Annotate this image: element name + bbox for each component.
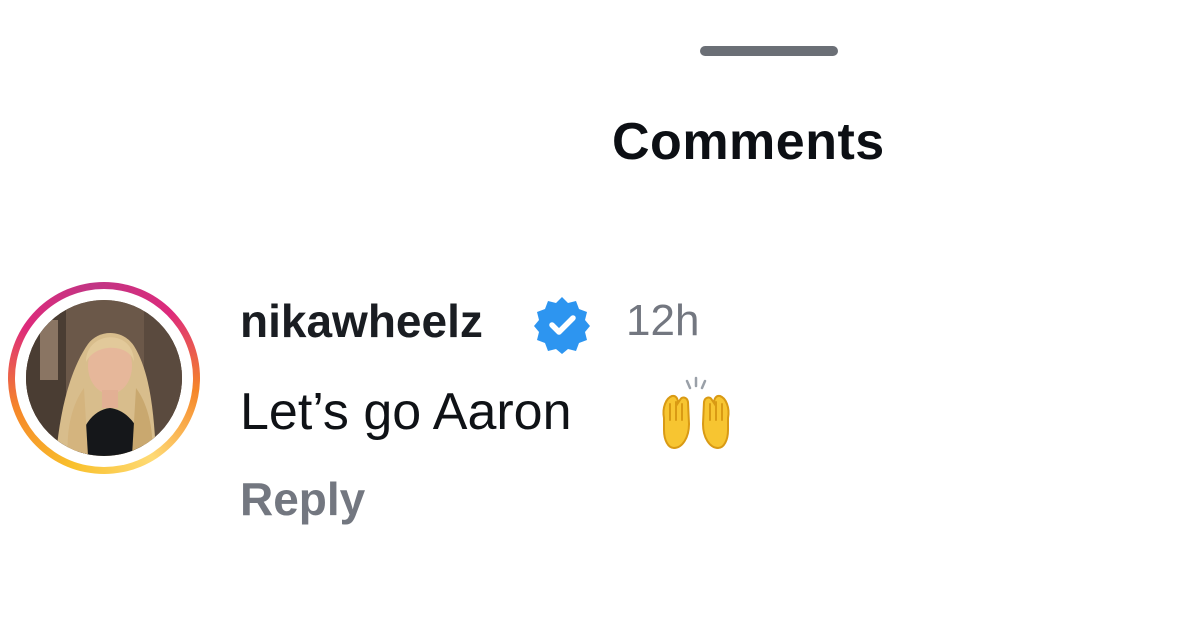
comment-text: Let’s go Aaron [240, 383, 572, 441]
avatar-photo [26, 300, 182, 456]
reply-button[interactable]: Reply [240, 472, 365, 526]
sheet-drag-handle[interactable] [700, 46, 838, 56]
comment-username[interactable]: nikawheelz [240, 294, 483, 348]
raising-hands-emoji-icon [656, 374, 736, 454]
verified-badge-icon [532, 294, 592, 354]
avatar[interactable] [26, 300, 182, 456]
comment-item: nikawheelz 12h Let’s go Aaron Reply [0, 280, 1200, 540]
story-ring[interactable] [8, 282, 200, 474]
comment-timestamp: 12h [626, 296, 700, 345]
comments-sheet: Comments nikawheelz 12h Let’s go Aaron R… [0, 0, 1200, 630]
sheet-title: Comments [612, 113, 885, 171]
sheet-corner-edge [0, 0, 89, 89]
